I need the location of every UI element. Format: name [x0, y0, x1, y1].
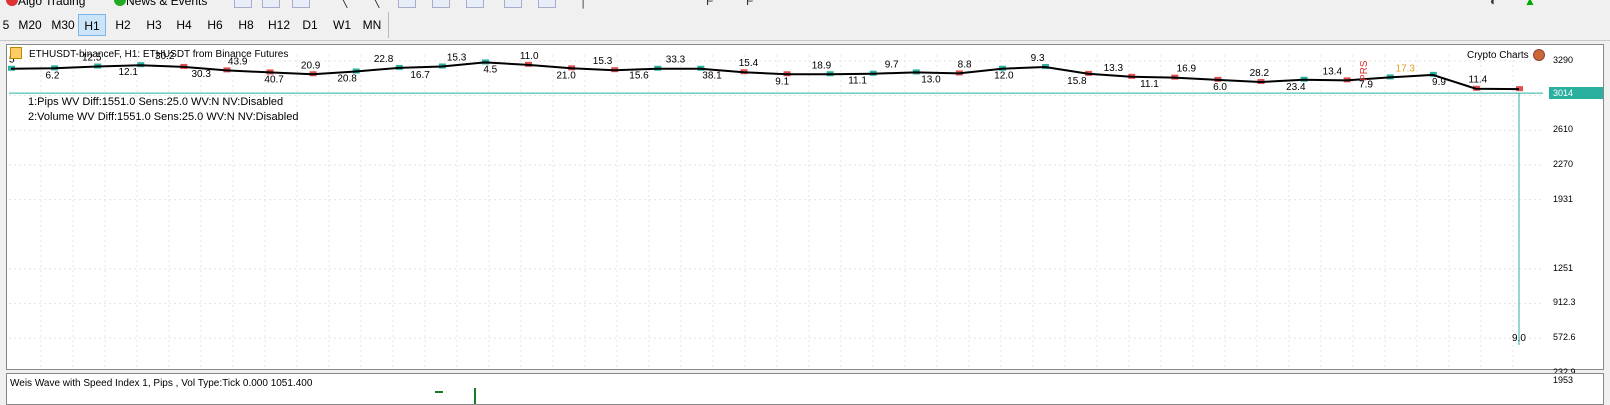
price-axis-label: 1931 — [1553, 193, 1574, 204]
wave-label: 12.1 — [118, 67, 138, 78]
wave-label: 9.3 — [1031, 53, 1045, 64]
timeframe-toolbar: 5 M20 M30 H1 H2 H3 H4 H6 H8 H12 D1 W1 MN — [0, 10, 1610, 41]
wave-label: 9.9 — [1432, 77, 1446, 88]
timeframe-h6-button[interactable]: H6 — [201, 14, 229, 36]
wave-label: 6.2 — [45, 70, 59, 81]
timeframe-mn-button[interactable]: MN — [358, 14, 386, 36]
cursor-tool-icon[interactable] — [538, 0, 556, 8]
info-line-volume: 2:Volume WV Diff:1551.0 Sens:25.0 WV:N N… — [28, 111, 299, 123]
wave-label: 15.8 — [1067, 76, 1087, 87]
timeframe-h4-button[interactable]: H4 — [170, 14, 198, 36]
wave-label: 21.0 — [556, 70, 576, 81]
wave-label: 8.8 — [958, 59, 972, 70]
wave-label: 20.8 — [337, 74, 357, 85]
prs-marker: PRS — [1359, 60, 1370, 81]
timeframe-h8-button[interactable]: H8 — [232, 14, 260, 36]
price-axis-label: 572.6 — [1553, 332, 1576, 343]
chart-symbol-icon — [10, 47, 22, 59]
price-axis-label: 912.3 — [1553, 297, 1576, 308]
wave-label: 15.3 — [447, 53, 467, 64]
wave-label: 38.1 — [702, 71, 722, 82]
main-chart-window[interactable]: 5 6.2 12.5 12.1 30.2 30.3 43.9 40.7 20.9 20.8 22.8… — [6, 44, 1605, 377]
wave-label: 13.3 — [1104, 63, 1124, 74]
news-icon[interactable] — [114, 0, 126, 6]
price-axis-label: 2270 — [1553, 159, 1574, 169]
line-tool-icon[interactable] — [432, 0, 450, 8]
wave-label: 9.1 — [775, 76, 789, 87]
fibonacci-tool-icon[interactable]: F — [706, 0, 713, 8]
timeframe-5-button[interactable]: 5 — [0, 14, 12, 36]
toolbar-separator — [388, 12, 389, 38]
wave-label: 13.4 — [1323, 66, 1343, 77]
current-price-flag: 3014 — [1549, 87, 1603, 100]
wave-label: 12.0 — [994, 71, 1014, 82]
wave-label: 20.9 — [301, 60, 321, 71]
timeframe-h2-button[interactable]: H2 — [109, 14, 137, 36]
crypto-charts-icon[interactable] — [1533, 49, 1545, 61]
channel-tool-icon[interactable] — [398, 0, 416, 8]
info-line-pips: 1:Pips WV Diff:1551.0 Sens:25.0 WV:N NV:… — [28, 96, 284, 108]
wave-label: 4.5 — [483, 64, 497, 75]
price-chart[interactable]: 56.212.512.130.230.343.940.720.920.822.8… — [7, 45, 1603, 369]
last-wave-label: 9.0 — [1512, 333, 1526, 344]
pencil-tool-icon[interactable]: ╲ — [340, 0, 347, 8]
timeframe-m30-button[interactable]: M30 — [48, 14, 78, 36]
wave-label: 15.4 — [739, 58, 759, 69]
wave-label: 9.7 — [885, 60, 899, 71]
chart-legend: Crypto Charts — [1467, 50, 1529, 61]
wave-label: 18.9 — [812, 60, 832, 71]
wave-label: 6.0 — [1213, 82, 1227, 93]
crosshair-tool-icon[interactable] — [234, 0, 252, 8]
timeframe-w1-button[interactable]: W1 — [328, 14, 356, 36]
wave-label: 23.4 — [1286, 82, 1306, 93]
wave-label: 33.3 — [666, 55, 686, 66]
price-axis-label: 2610 — [1553, 124, 1574, 135]
wave-label: 17.3 — [1396, 63, 1416, 74]
price-axis-label: 3290 — [1553, 55, 1574, 65]
fibo-fan-tool-icon[interactable]: F — [746, 0, 753, 8]
indicator-axis-label: 1953 — [1553, 375, 1574, 385]
timeframe-d1-button[interactable]: D1 — [296, 14, 324, 36]
wave-label: 40.7 — [264, 74, 284, 85]
ray-tool-icon[interactable]: ╲ — [372, 0, 379, 8]
clock-icon[interactable]: ◐ — [1490, 0, 1497, 8]
indicator-subwindow[interactable]: Weis Wave with Speed Index 1, Pips , Vol… — [6, 373, 1604, 405]
template-tool-icon[interactable] — [504, 0, 522, 8]
price-axis[interactable]: 329029502610227019311251912.3572.6232.93… — [1547, 45, 1605, 377]
wave-label: 11.0 — [520, 51, 539, 62]
wave-label: 15.6 — [629, 71, 649, 82]
chart-header: ETHUSDT-binanceF, H1: ETHUSDT from Binan… — [29, 49, 289, 60]
wave-label: 13.0 — [921, 74, 941, 85]
price-axis-label: 1251 — [1553, 262, 1574, 273]
trend-line-tool-icon[interactable] — [292, 0, 310, 8]
wave-label: 30.3 — [191, 69, 211, 80]
timeframe-h3-button[interactable]: H3 — [140, 14, 168, 36]
wave-label: 16.7 — [410, 70, 430, 81]
news-events-button[interactable]: News & Events — [126, 0, 207, 8]
wave-label: 28.2 — [1250, 68, 1270, 79]
top-toolbar: Algo Trading News & Events ╲ ╲ │ F F ◐ ▲ — [0, 0, 1610, 10]
indicator-plot — [435, 388, 476, 404]
rectangle-tool-icon[interactable] — [466, 0, 484, 8]
wave-label: 11.4 — [1469, 75, 1488, 86]
wave-label: 16.9 — [1177, 64, 1197, 75]
timeframe-h1-button[interactable]: H1 — [78, 14, 106, 36]
timeframe-h12-button[interactable]: H12 — [264, 14, 294, 36]
horizontal-line-tool-icon[interactable] — [262, 0, 280, 8]
algo-trading-button[interactable]: Algo Trading — [18, 0, 85, 8]
level-icon[interactable]: ▲ — [1524, 0, 1536, 8]
wave-label: 15.3 — [593, 56, 613, 67]
wave-label: 11.1 — [848, 76, 867, 87]
wave-label: 22.8 — [374, 54, 394, 65]
timeframe-m20-button[interactable]: M20 — [15, 14, 45, 36]
wave-label: 11.1 — [1140, 79, 1159, 90]
algo-trading-icon[interactable] — [6, 0, 18, 6]
vertical-line-tool-icon[interactable]: │ — [580, 0, 588, 8]
